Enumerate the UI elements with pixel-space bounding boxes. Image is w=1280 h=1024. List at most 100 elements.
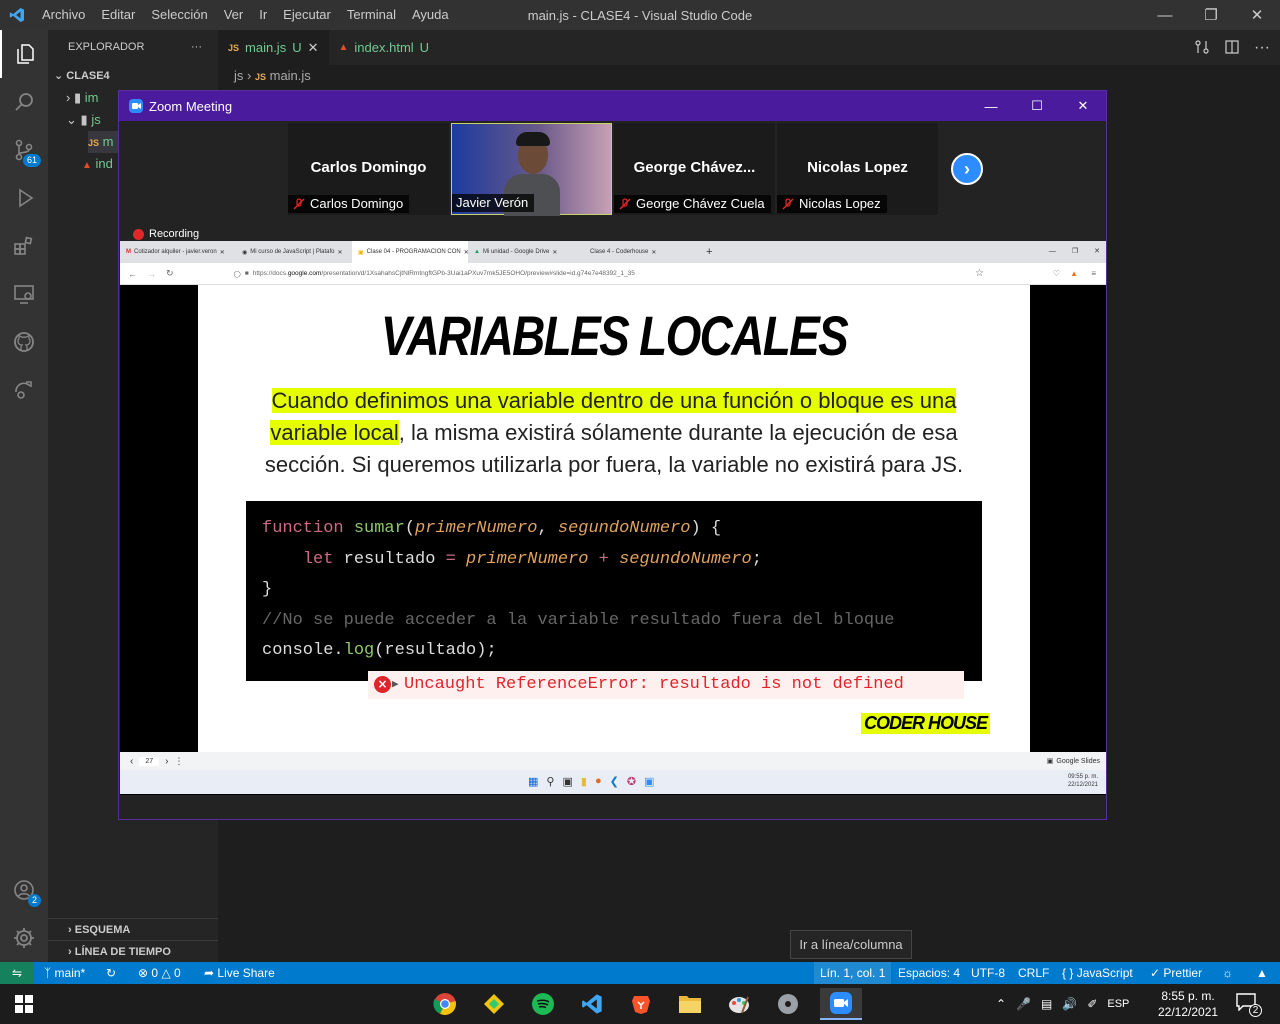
close-icon[interactable]: ✕ bbox=[1234, 0, 1280, 30]
browser-tab[interactable]: ◉ Mi curso de JavaScript | Platafo ✕ bbox=[236, 241, 352, 263]
microphone-icon[interactable]: 🎤 bbox=[1016, 997, 1031, 1011]
remote-explorer-icon[interactable] bbox=[0, 270, 48, 318]
page-number[interactable]: 27 bbox=[139, 756, 160, 766]
tab-main-js[interactable]: JS main.js U ✕ bbox=[218, 30, 329, 65]
extensions-icon[interactable] bbox=[0, 222, 48, 270]
participant-tile-active-speaker[interactable]: Javier Verón bbox=[451, 123, 612, 216]
restore-icon[interactable]: ❐ bbox=[1188, 0, 1234, 30]
explorer-icon[interactable] bbox=[0, 30, 48, 78]
browser-menu-icon[interactable]: ≡ bbox=[1091, 269, 1096, 278]
menu-ir[interactable]: Ir bbox=[251, 0, 275, 30]
brave-icon[interactable] bbox=[625, 988, 657, 1020]
remote-indicator[interactable]: ⇋ bbox=[0, 962, 34, 984]
prev-slide-icon[interactable]: ‹ bbox=[120, 756, 139, 767]
zoom-maximize-icon[interactable]: ☐ bbox=[1014, 91, 1060, 121]
prettier-status[interactable]: ✓ Prettier bbox=[1150, 962, 1202, 984]
timeline-section[interactable]: › LÍNEA DE TIEMPO bbox=[48, 940, 218, 962]
settings-gear-icon[interactable] bbox=[0, 914, 48, 962]
zoom-minimize-icon[interactable]: — bbox=[968, 91, 1014, 121]
explorer-more-actions[interactable]: ··· bbox=[191, 30, 202, 65]
breadcrumb-file[interactable]: main.js bbox=[270, 68, 311, 83]
github-icon[interactable] bbox=[0, 318, 48, 366]
clock[interactable]: 8:55 p. m. 22/12/2021 bbox=[1158, 988, 1218, 1020]
menu-seleccion[interactable]: Selección bbox=[143, 0, 215, 30]
more-options-icon[interactable]: ⋮ bbox=[174, 756, 183, 767]
new-tab-icon[interactable]: + bbox=[700, 241, 712, 263]
disc-app-icon[interactable] bbox=[772, 988, 804, 1020]
network-icon[interactable]: ▤ bbox=[1041, 997, 1052, 1011]
volume-icon[interactable]: 🔊 bbox=[1062, 997, 1077, 1011]
pen-icon[interactable]: ✐ bbox=[1087, 997, 1097, 1011]
accounts-icon[interactable]: 2 bbox=[0, 866, 48, 914]
more-actions-icon[interactable]: ··· bbox=[1254, 39, 1270, 60]
split-editor-icon[interactable] bbox=[1224, 39, 1240, 60]
zoom-taskbar-icon[interactable] bbox=[820, 988, 862, 1020]
next-slide-icon[interactable]: › bbox=[159, 756, 174, 767]
vscode-icon[interactable] bbox=[576, 988, 608, 1020]
tab-close-icon[interactable]: ✕ bbox=[308, 40, 319, 56]
close-icon[interactable]: ✕ bbox=[552, 249, 557, 256]
restore-icon[interactable]: ❐ bbox=[1072, 241, 1078, 263]
forward-icon[interactable]: → bbox=[142, 269, 161, 279]
sync-icon[interactable]: ↻ bbox=[106, 962, 116, 984]
menu-ejecutar[interactable]: Ejecutar bbox=[275, 0, 339, 30]
notifications-bell-icon[interactable]: ▲ bbox=[1256, 962, 1268, 984]
close-icon[interactable]: ✕ bbox=[220, 249, 225, 256]
chevron-up-icon[interactable]: ⌃ bbox=[996, 997, 1006, 1011]
menu-ayuda[interactable]: Ayuda bbox=[404, 0, 457, 30]
live-share-icon[interactable] bbox=[0, 366, 48, 414]
menu-terminal[interactable]: Terminal bbox=[339, 0, 404, 30]
browser-tab[interactable]: Clase 4 - Coderhouse ✕ bbox=[584, 241, 700, 263]
close-icon[interactable]: ✕ bbox=[338, 249, 343, 256]
browser-tab[interactable]: M Cotizador alquiler - javier.veron ✕ bbox=[120, 241, 236, 263]
participant-tile[interactable]: George Chávez... George Chávez Cuela bbox=[614, 123, 775, 215]
zoom-close-icon[interactable]: ✕ bbox=[1060, 91, 1106, 121]
bookmark-star-icon[interactable]: ☆ bbox=[975, 268, 984, 279]
chrome-icon[interactable] bbox=[429, 988, 461, 1020]
tree-file-index-html[interactable]: ▲ ind bbox=[82, 153, 113, 175]
encoding[interactable]: UTF-8 bbox=[971, 962, 1005, 984]
file-explorer-icon[interactable] bbox=[674, 988, 706, 1020]
problems-indicator[interactable]: ⊗ 0 △ 0 bbox=[138, 962, 181, 984]
menu-ver[interactable]: Ver bbox=[216, 0, 252, 30]
search-icon[interactable] bbox=[0, 78, 48, 126]
cursor-position[interactable]: Lín. 1, col. 1 bbox=[814, 962, 892, 984]
spotify-icon[interactable] bbox=[527, 988, 559, 1020]
minimize-icon[interactable]: — bbox=[1049, 241, 1056, 263]
outline-section[interactable]: › ESQUEMA bbox=[48, 918, 218, 940]
menu-editar[interactable]: Editar bbox=[93, 0, 143, 30]
tree-folder-im[interactable]: › ▮ im bbox=[66, 87, 98, 109]
next-participants-button[interactable]: › bbox=[951, 153, 983, 185]
participant-tile[interactable]: Nicolas Lopez Nicolas Lopez bbox=[777, 123, 938, 215]
notification-center-icon[interactable]: 2 bbox=[1236, 993, 1262, 1017]
close-icon[interactable]: ✕ bbox=[651, 249, 656, 256]
live-share-button[interactable]: ➦ Live Share bbox=[204, 962, 275, 984]
back-icon[interactable]: ← bbox=[120, 269, 142, 279]
browser-tab-active[interactable]: ▣ Clase 04 - PROGRAMACION CON ✕ bbox=[352, 241, 468, 263]
compare-icon[interactable] bbox=[1194, 39, 1210, 60]
extension-icon[interactable]: ▲ bbox=[1070, 269, 1078, 278]
paint-icon[interactable] bbox=[723, 988, 755, 1020]
windows-start-icon[interactable] bbox=[8, 988, 40, 1020]
tree-folder-js[interactable]: ⌄ ▮ js bbox=[66, 109, 101, 131]
close-icon[interactable]: ✕ bbox=[1094, 241, 1100, 263]
indentation[interactable]: Espacios: 4 bbox=[898, 962, 960, 984]
branch-indicator[interactable]: ᛉ main* bbox=[44, 962, 85, 984]
line-ending[interactable]: CRLF bbox=[1018, 962, 1049, 984]
browser-tab[interactable]: ▲ Mi unidad - Google Drive ✕ bbox=[468, 241, 584, 263]
feedback-icon[interactable]: ☼ bbox=[1222, 962, 1233, 984]
minimize-icon[interactable]: — bbox=[1142, 0, 1188, 30]
pocket-icon[interactable]: ♡ bbox=[1053, 269, 1060, 278]
google-slides-label[interactable]: ▣ Google Slides bbox=[1047, 757, 1100, 766]
reload-icon[interactable]: ↻ bbox=[161, 268, 234, 279]
tab-index-html[interactable]: ▲ index.html U bbox=[329, 30, 440, 65]
run-debug-icon[interactable] bbox=[0, 174, 48, 222]
breadcrumb-folder[interactable]: js bbox=[234, 68, 243, 83]
language-mode[interactable]: { } JavaScript bbox=[1062, 962, 1133, 984]
source-control-icon[interactable]: 61 bbox=[0, 126, 48, 174]
git-kraken-icon[interactable] bbox=[478, 988, 510, 1020]
recording-indicator[interactable]: Recording bbox=[133, 228, 199, 240]
language-indicator[interactable]: ESP bbox=[1107, 998, 1129, 1010]
participant-tile[interactable]: Carlos Domingo Carlos Domingo bbox=[288, 123, 449, 215]
menu-archivo[interactable]: Archivo bbox=[34, 0, 93, 30]
